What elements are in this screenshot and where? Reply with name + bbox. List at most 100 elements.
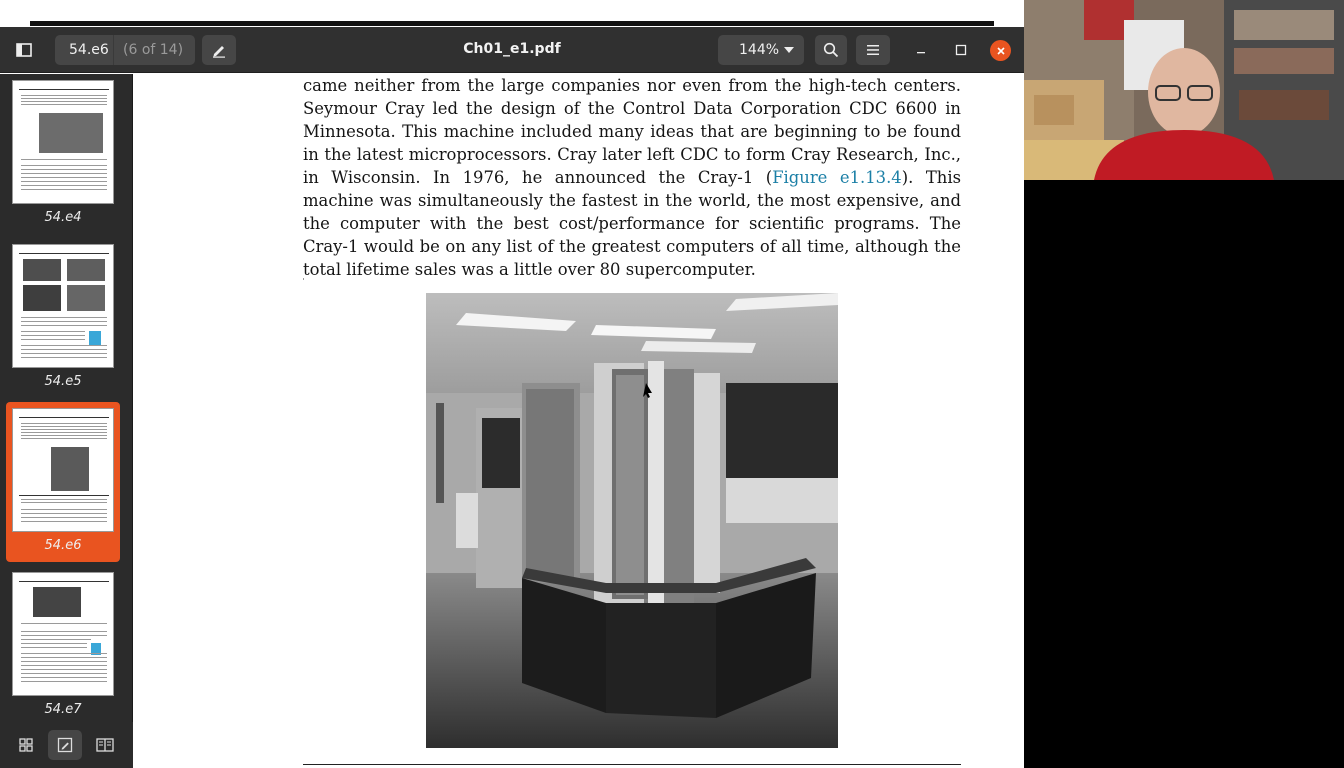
bookmarks-view-button[interactable] [88,730,122,760]
thumbnail-label: 54.e7 [44,702,82,717]
thumb-figure [33,587,81,617]
document-page: came neither from the large companies no… [134,74,1024,768]
thumb-figure [23,259,61,281]
top-bar-edge [30,21,994,26]
grid-icon [19,738,33,752]
thumb-header-line [19,495,109,496]
pencil-icon [213,46,225,58]
zoom-level: 144% [739,42,780,58]
search-button[interactable] [815,35,847,65]
thumb-text-line [21,349,107,350]
thumb-text-line [21,357,107,358]
thumbnail-label: 54.e6 [44,538,82,553]
thumbnail-image [12,572,114,696]
page-count: (6 of 14) [123,42,184,58]
annotations-view-button[interactable] [48,730,82,760]
zoom-dropdown[interactable]: 144% [718,35,804,65]
hamburger-menu-icon [867,45,879,55]
thumb-text-line [21,317,107,318]
thumb-text-line [21,335,85,336]
thumb-text-line [21,169,107,170]
thumb-text-line [21,681,107,682]
thumb-text-line [21,631,107,632]
minimize-button[interactable] [906,35,936,65]
sidebar-footer [0,722,133,768]
thumb-badge [89,331,101,345]
thumbnail-page-54e5[interactable]: 54.e5 [6,238,120,398]
bookmarks-icon [96,738,114,752]
chevron-down-icon [784,47,794,53]
presenter-video-image [1024,0,1344,180]
thumbnails-view-button[interactable] [9,730,43,760]
thumb-text-line [21,521,107,522]
thumbnail-page-54e7[interactable]: 54.e7 [6,566,120,726]
annotations-icon [57,737,73,753]
annotate-button[interactable] [202,35,236,65]
thumb-text-line [21,509,107,510]
thumb-text-line [21,159,107,160]
thumbnail-page-54e6[interactable]: 54.e6 [6,402,120,562]
minimize-icon [917,52,925,54]
thumb-figure [39,113,103,153]
thumb-figure [67,259,105,281]
page-selector[interactable]: 54.e6 (6 of 14) [55,35,195,65]
thumbnail-image [12,244,114,368]
thumb-text-line [21,353,107,354]
maximize-button[interactable] [946,35,976,65]
search-icon [823,42,839,58]
cray-1-photo-image [426,293,838,748]
page-number-input[interactable]: 54.e6 [69,42,109,58]
maximize-icon [955,44,967,56]
body-paragraph: came neither from the large companies no… [303,74,961,281]
cray-1-photo [426,293,838,748]
thumbnail-label: 54.e4 [44,210,82,225]
thumb-text-line [21,177,107,178]
thumb-text-line [21,426,107,427]
thumb-text-line [21,673,107,674]
thumb-text-line [21,635,107,636]
thumb-text-line [21,325,107,326]
thumb-header-line [19,581,109,582]
thumb-header-line [19,253,109,254]
thumb-text-line [21,513,107,514]
thumbnail-page-54e4[interactable]: 54.e4 [6,74,120,234]
thumb-text-line [21,331,85,332]
pdf-viewer-window: 54.e6 (6 of 14) Ch01_e1.pdf 144% 54.e4 5… [0,27,1024,768]
figure-link[interactable]: Figure e1.13.4 [772,168,902,187]
thumb-text-line [21,173,107,174]
sidebar-toggle-button[interactable] [8,35,40,65]
page-mark [303,278,304,280]
thumb-text-line [21,339,85,340]
thumb-text-line [21,517,107,518]
thumb-text-line [21,101,107,102]
thumb-figure [67,285,105,311]
menu-button[interactable] [856,35,890,65]
thumb-text-line [21,657,107,658]
thumb-figure [23,285,61,311]
thumb-header-line [19,89,109,90]
thumbnail-image [12,408,114,532]
thumb-text-line [21,321,107,322]
thumbnail-image [12,80,114,204]
thumb-text-line [21,429,107,430]
thumb-text-line [21,432,107,433]
thumb-text-line [21,435,107,436]
thumb-text-line [21,653,107,654]
thumb-text-line [21,647,87,648]
thumb-text-line [21,499,107,500]
thumb-text-line [21,181,107,182]
desktop-top-strip [0,0,1024,28]
close-icon [996,46,1005,55]
close-button[interactable] [990,40,1011,61]
webcam-video [1024,0,1344,180]
thumb-text-line [21,623,107,624]
thumbnail-label: 54.e5 [44,374,82,389]
thumb-text-line [21,345,107,346]
thumb-text-line [21,661,107,662]
thumb-text-line [21,438,107,439]
thumb-header-line [19,417,109,418]
thumb-text-line [21,502,107,503]
header-bar: 54.e6 (6 of 14) Ch01_e1.pdf 144% [0,27,1024,73]
thumb-text-line [21,189,107,190]
thumb-text-line [21,639,91,640]
